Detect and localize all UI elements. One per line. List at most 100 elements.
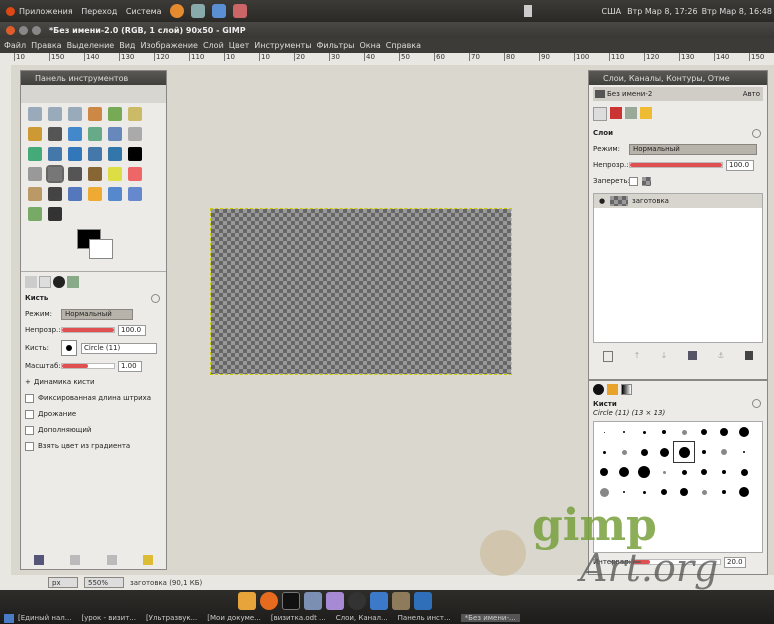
gimp-icon[interactable]	[392, 592, 410, 610]
brush-cell[interactable]	[714, 462, 734, 482]
tool-button-icon[interactable]	[28, 107, 42, 121]
auto-button[interactable]: Авто	[740, 90, 763, 98]
tool-button-icon[interactable]	[68, 187, 82, 201]
menu-file[interactable]: Файл	[4, 41, 26, 50]
lower-layer-icon[interactable]: ↓	[661, 351, 668, 362]
tool-button-icon[interactable]	[48, 107, 62, 121]
unit-select[interactable]: px	[48, 577, 78, 588]
delete-layer-icon[interactable]	[744, 351, 753, 360]
lock-pixels-checkbox[interactable]	[629, 176, 638, 186]
channels-tab-icon[interactable]	[610, 107, 622, 119]
opacity-input[interactable]: 100.0	[118, 324, 146, 336]
fg-bg-colors[interactable]	[77, 227, 166, 261]
brush-preview-icon[interactable]	[61, 340, 77, 356]
menu-places[interactable]: Переход	[81, 7, 117, 16]
home-folder-icon[interactable]	[238, 592, 256, 610]
new-layer-icon[interactable]	[603, 351, 614, 362]
brush-cell[interactable]	[594, 442, 614, 462]
tool-button-icon[interactable]	[68, 107, 82, 121]
mail-launcher-icon[interactable]	[190, 4, 205, 18]
menu-help[interactable]: Справка	[386, 41, 421, 50]
layer-row[interactable]: ● заготовка	[594, 194, 762, 208]
scale-input[interactable]: 1.00	[118, 360, 142, 372]
layers-configure-icon[interactable]	[752, 128, 761, 138]
tool-button-icon[interactable]	[28, 147, 42, 161]
close-window-icon[interactable]	[6, 25, 15, 35]
tool-button-icon[interactable]	[48, 207, 62, 221]
task-item[interactable]: [урок - визит...	[81, 614, 136, 622]
scale-slider[interactable]	[61, 363, 115, 369]
task-item[interactable]: [Единый нал...	[18, 614, 71, 622]
clock[interactable]: Втр Мар 8, 17:26	[627, 7, 697, 16]
brush-cell[interactable]	[674, 422, 694, 442]
tool-button-icon[interactable]	[28, 127, 42, 141]
pidgin-icon[interactable]	[326, 592, 344, 610]
show-desktop-icon[interactable]	[4, 613, 14, 623]
brush-cell[interactable]	[634, 482, 654, 502]
brush-cell[interactable]	[594, 462, 614, 482]
gradients-tab-icon[interactable]	[621, 384, 632, 395]
maximize-window-icon[interactable]	[32, 25, 41, 35]
layers-tab-icon[interactable]	[39, 276, 51, 288]
tool-button-icon[interactable]	[28, 167, 42, 181]
brush-cell[interactable]	[734, 482, 754, 502]
brush-cell[interactable]	[614, 442, 634, 462]
gradient-color-checkbox[interactable]	[25, 441, 34, 451]
brush-cell[interactable]	[634, 442, 654, 462]
brush-tab-icon[interactable]	[25, 276, 37, 288]
tux-icon[interactable]	[348, 592, 366, 610]
menu-filters[interactable]: Фильтры	[317, 41, 355, 50]
expand-icon[interactable]: +	[25, 378, 31, 386]
brush-cell[interactable]	[734, 462, 754, 482]
network-manager-icon[interactable]	[370, 592, 388, 610]
task-item[interactable]: Панель инст...	[398, 614, 451, 622]
menu-system[interactable]: Система	[126, 7, 162, 16]
background-color[interactable]	[89, 239, 113, 259]
menu-windows[interactable]: Окна	[360, 41, 381, 50]
layer-opacity-input[interactable]: 100.0	[726, 159, 754, 171]
office-icon[interactable]	[414, 592, 432, 610]
brush-cell[interactable]	[614, 422, 634, 442]
brush-cell[interactable]	[634, 462, 654, 482]
tool-button-icon[interactable]	[68, 147, 82, 161]
tool-button-icon[interactable]	[108, 147, 122, 161]
brush-cell[interactable]	[654, 482, 674, 502]
reset-options-icon[interactable]	[142, 555, 153, 565]
tool-button-icon[interactable]	[108, 107, 122, 121]
duplicate-layer-icon[interactable]	[687, 351, 697, 360]
menu-colors[interactable]: Цвет	[229, 41, 250, 50]
tool-button-icon[interactable]	[48, 187, 62, 201]
firefox-icon[interactable]	[260, 592, 278, 610]
task-item[interactable]: Слои, Канал...	[336, 614, 388, 622]
terminal-icon[interactable]	[282, 592, 300, 610]
tool-button-icon[interactable]	[128, 147, 142, 161]
tool-button-icon[interactable]	[88, 167, 102, 181]
task-item[interactable]: [визитка.odt ...	[271, 614, 326, 622]
brush-cell[interactable]	[634, 422, 654, 442]
brush-name-field[interactable]: Circle (11)	[81, 342, 157, 354]
keyboard-indicator[interactable]: США	[602, 7, 622, 16]
brush-cell[interactable]	[714, 422, 734, 442]
brush-cell[interactable]	[734, 422, 754, 442]
visibility-eye-icon[interactable]: ●	[598, 197, 606, 205]
tool-button-icon[interactable]	[88, 107, 102, 121]
image-selector[interactable]: Без имени-2 Авто	[593, 87, 763, 101]
brush-cell[interactable]	[673, 441, 695, 463]
paths-tab-icon[interactable]	[625, 107, 637, 119]
menu-image[interactable]: Изображение	[140, 41, 198, 50]
lock-alpha-icon[interactable]	[642, 176, 651, 186]
tool-button-icon[interactable]	[28, 207, 42, 221]
firefox-launcher-icon[interactable]	[169, 4, 184, 18]
menu-applications[interactable]: Приложения	[19, 7, 73, 16]
tool-button-icon[interactable]	[46, 165, 64, 183]
layer-mode-select[interactable]: Нормальный	[629, 143, 757, 155]
brush-cell[interactable]	[614, 462, 634, 482]
brush-cell[interactable]	[594, 482, 614, 502]
sticker-tab-icon[interactable]	[67, 276, 79, 288]
brush-cell[interactable]	[674, 462, 694, 482]
tools-launcher-icon[interactable]	[211, 4, 226, 18]
tool-button-icon[interactable]	[108, 187, 122, 201]
brush-cell[interactable]	[694, 442, 714, 462]
configure-icon[interactable]	[151, 293, 160, 303]
tool-button-icon[interactable]	[128, 167, 142, 181]
